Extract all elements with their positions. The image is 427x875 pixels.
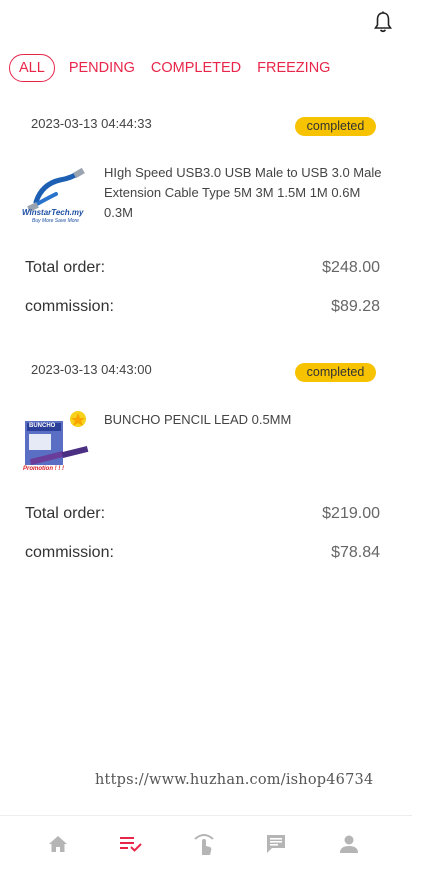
order-date: 2023-03-13 04:44:33 — [31, 116, 152, 131]
total-order-row: Total order: $219.00 — [25, 505, 380, 523]
product-image: WinstarTech.my Buy More Save More — [22, 164, 90, 232]
product-image-subcaption: Promotion ! ! ! — [23, 466, 64, 472]
commission-row: commission: $78.84 — [25, 544, 380, 562]
product-image-caption: BUNCHO — [29, 423, 56, 429]
nav-messages[interactable] — [262, 830, 290, 858]
total-order-row: Total order: $248.00 — [25, 259, 380, 277]
order-date: 2023-03-13 04:43:00 — [31, 362, 152, 377]
product-name[interactable]: HIgh Speed USB3.0 USB Male to USB 3.0 Ma… — [104, 163, 389, 223]
nav-grab[interactable] — [190, 830, 218, 858]
tap-hand-icon — [194, 834, 214, 855]
tab-all[interactable]: ALL — [9, 54, 55, 82]
commission-value: $89.28 — [331, 298, 380, 315]
nav-home[interactable] — [44, 830, 72, 858]
nav-orders[interactable] — [117, 830, 145, 858]
commission-value: $78.84 — [331, 544, 380, 561]
product-image: BUNCHO Promotion ! ! ! — [22, 409, 90, 477]
message-icon — [267, 835, 285, 853]
product-image-caption: WinstarTech.my — [22, 208, 84, 217]
user-icon — [340, 835, 358, 853]
total-order-label: Total order: — [25, 259, 106, 276]
home-icon — [49, 836, 67, 852]
product-image-subcaption: Buy More Save More — [32, 218, 79, 224]
total-order-label: Total order: — [25, 505, 106, 522]
order-status-tabs: ALL PENDING COMPLETED FREEZING — [9, 53, 346, 83]
commission-row: commission: $89.28 — [25, 298, 380, 316]
nav-profile[interactable] — [335, 830, 363, 858]
status-badge: completed — [295, 117, 376, 136]
total-order-value: $219.00 — [322, 505, 380, 522]
watermark-text: https://www.huzhan.com/ishop46734 — [95, 772, 374, 788]
commission-label: commission: — [25, 298, 114, 315]
orders-list-check-icon — [120, 837, 142, 852]
bottom-navigation — [0, 815, 412, 875]
tab-pending[interactable]: PENDING — [69, 60, 135, 76]
status-badge: completed — [295, 363, 376, 382]
commission-label: commission: — [25, 544, 114, 561]
bell-icon[interactable] — [372, 10, 394, 34]
product-name[interactable]: BUNCHO PENCIL LEAD 0.5MM — [104, 410, 389, 430]
total-order-value: $248.00 — [322, 259, 380, 276]
tab-freezing[interactable]: FREEZING — [257, 60, 330, 76]
tab-completed[interactable]: COMPLETED — [151, 60, 241, 76]
